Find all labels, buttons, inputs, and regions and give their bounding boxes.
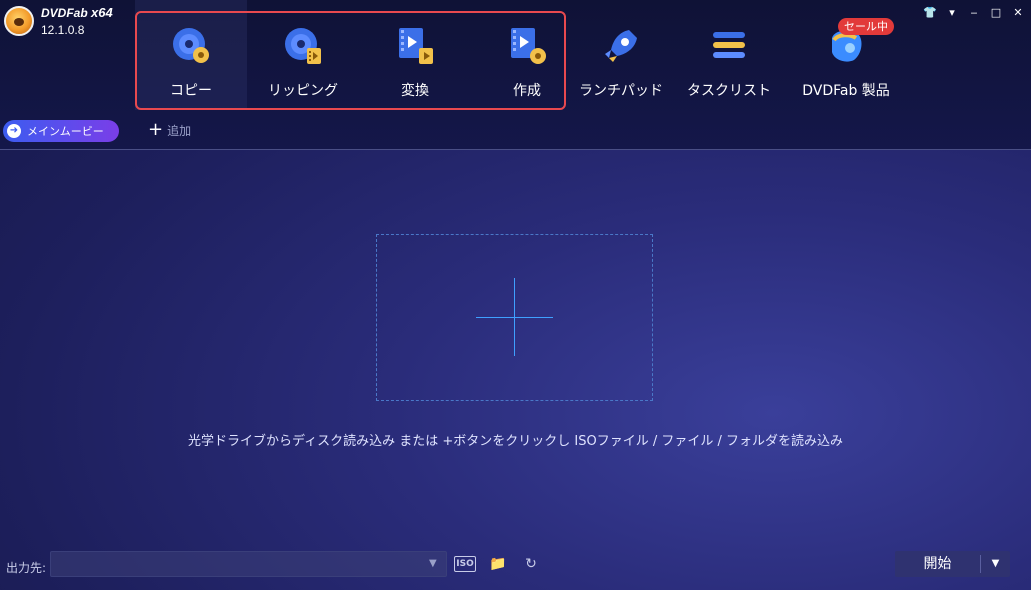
tasklist-button[interactable]: タスクリスト [676,0,782,110]
output-label: 出力先: [6,561,47,575]
tool-buttons: ランチパッド タスクリスト DVDFab 製品 [566,0,910,110]
close-icon[interactable]: ✕ [1011,6,1025,20]
tab-ripper[interactable]: リッピング [247,0,359,110]
app-name: DVDFab x64 [41,5,113,20]
output-dropdown-icon[interactable]: ▼ [429,558,437,569]
products-button[interactable]: DVDFab 製品 [782,0,910,110]
tasklist-label: タスクリスト [687,83,771,99]
film-convert-icon [399,28,433,64]
tab-converter[interactable]: 変換 [359,0,471,110]
add-plus-vertical [514,278,515,356]
products-label: DVDFab 製品 [802,83,890,99]
add-label: 追加 [167,123,192,138]
bottom-bar: 出力先: ▼ ISO 📁 ↻ 開始 ▼ [0,548,1031,590]
film-create-icon [511,28,546,64]
plus-icon: + [148,119,164,140]
tab-ripper-label: リッピング [268,83,338,99]
arrow-right-icon: ➜ [7,124,21,138]
sale-badge[interactable]: セール中 [838,18,894,35]
rocket-icon [605,30,637,62]
iso-icon[interactable]: ISO [454,556,476,572]
add-button[interactable]: + 追加 [148,121,191,139]
maximize-icon[interactable]: □ [989,6,1003,20]
start-button[interactable]: 開始 [895,551,980,577]
divider [0,149,1031,150]
app-version: 12.1.0.8 [41,23,85,38]
brand: DVDFab x64 12.1.0.8 [4,5,113,38]
main-movie-label: メインムービー [27,125,104,138]
launchpad-label: ランチパッド [579,83,663,99]
window-controls: 👕 ▾ ‒ □ ✕ [923,6,1025,20]
minimize-icon[interactable]: ‒ [967,6,981,20]
tab-copy[interactable]: コピー [135,0,247,110]
dvdfab-logo [4,6,34,36]
refresh-icon[interactable]: ↻ [520,554,542,574]
launchpad-button[interactable]: ランチパッド [566,0,676,110]
output-path-field[interactable] [50,551,447,577]
sub-toolbar: ➜ メインムービー + 追加 [0,118,1031,148]
main-movie-button[interactable]: ➜ メインムービー [3,120,119,142]
tab-converter-label: 変換 [401,83,429,99]
start-button-group: 開始 ▼ [895,551,1010,577]
skin-icon[interactable]: 👕 [923,6,937,20]
tab-copy-label: コピー [170,83,212,99]
task-list-icon [713,32,745,58]
menu-icon[interactable]: ▾ [945,6,959,20]
folder-icon[interactable]: 📁 [487,554,509,574]
drop-hint-text: 光学ドライブからディスク読み込み または +ボタンをクリックし ISOファイル … [188,434,843,449]
disc-copy-icon [173,28,209,63]
start-dropdown-icon[interactable]: ▼ [981,551,1010,577]
module-tabs: コピー リッピング 変換 作成 [135,0,583,110]
disc-rip-icon [285,28,321,64]
drop-zone[interactable] [376,234,653,401]
